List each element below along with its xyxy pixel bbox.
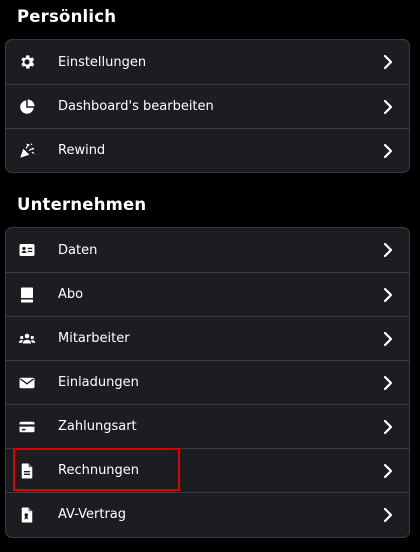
users-icon xyxy=(17,329,37,349)
menu-item-einstellungen[interactable]: Einstellungen xyxy=(6,40,409,84)
chevron-right-icon xyxy=(381,242,395,258)
party-popper-icon xyxy=(17,141,37,161)
section-title-personal: Persönlich xyxy=(17,7,117,26)
menu-item-einladungen[interactable]: Einladungen xyxy=(6,360,409,404)
chevron-right-icon xyxy=(381,331,395,347)
gear-icon xyxy=(17,52,37,72)
menu-item-label: Mitarbeiter xyxy=(58,331,130,346)
menu-item-daten[interactable]: Daten xyxy=(6,228,409,272)
contract-icon xyxy=(17,505,37,525)
chevron-right-icon xyxy=(381,419,395,435)
menu-item-zahlungsart[interactable]: Zahlungsart xyxy=(6,404,409,448)
menu-item-mitarbeiter[interactable]: Mitarbeiter xyxy=(6,316,409,360)
invoice-icon xyxy=(17,461,37,481)
settings-card-personal: Einstellungen Dashboard's bearbeiten Rew… xyxy=(5,39,410,173)
menu-item-rewind[interactable]: Rewind xyxy=(6,128,409,172)
envelope-icon xyxy=(17,373,37,393)
chevron-right-icon xyxy=(381,287,395,303)
menu-item-label: Einladungen xyxy=(58,375,139,390)
chevron-right-icon xyxy=(381,99,395,115)
menu-item-av-vertrag[interactable]: AV-Vertrag xyxy=(6,492,409,536)
chevron-right-icon xyxy=(381,143,395,159)
menu-item-dashboards-bearbeiten[interactable]: Dashboard's bearbeiten xyxy=(6,84,409,128)
menu-item-label: Daten xyxy=(58,242,98,258)
menu-item-label: Dashboard's bearbeiten xyxy=(58,99,214,114)
menu-item-label: Abo xyxy=(58,287,84,302)
credit-card-icon xyxy=(17,417,37,437)
menu-item-label: AV-Vertrag xyxy=(58,507,127,522)
menu-item-abo[interactable]: Abo xyxy=(6,272,409,316)
menu-item-label: Zahlungsart xyxy=(58,419,137,434)
section-title-company: Unternehmen xyxy=(17,195,147,214)
settings-card-company: Daten Abo Mitarbeiter Einladungen Zahlun… xyxy=(5,227,410,538)
menu-item-rechnungen[interactable]: Rechnungen xyxy=(6,448,409,492)
book-icon xyxy=(17,285,37,305)
menu-item-label: Einstellungen xyxy=(58,54,147,70)
menu-item-label: Rewind xyxy=(58,143,106,158)
menu-item-label: Rechnungen xyxy=(58,463,140,478)
chevron-right-icon xyxy=(381,54,395,70)
pie-chart-icon xyxy=(17,97,37,117)
chevron-right-icon xyxy=(381,507,395,523)
id-card-icon xyxy=(17,240,37,260)
chevron-right-icon xyxy=(381,463,395,479)
chevron-right-icon xyxy=(381,375,395,391)
